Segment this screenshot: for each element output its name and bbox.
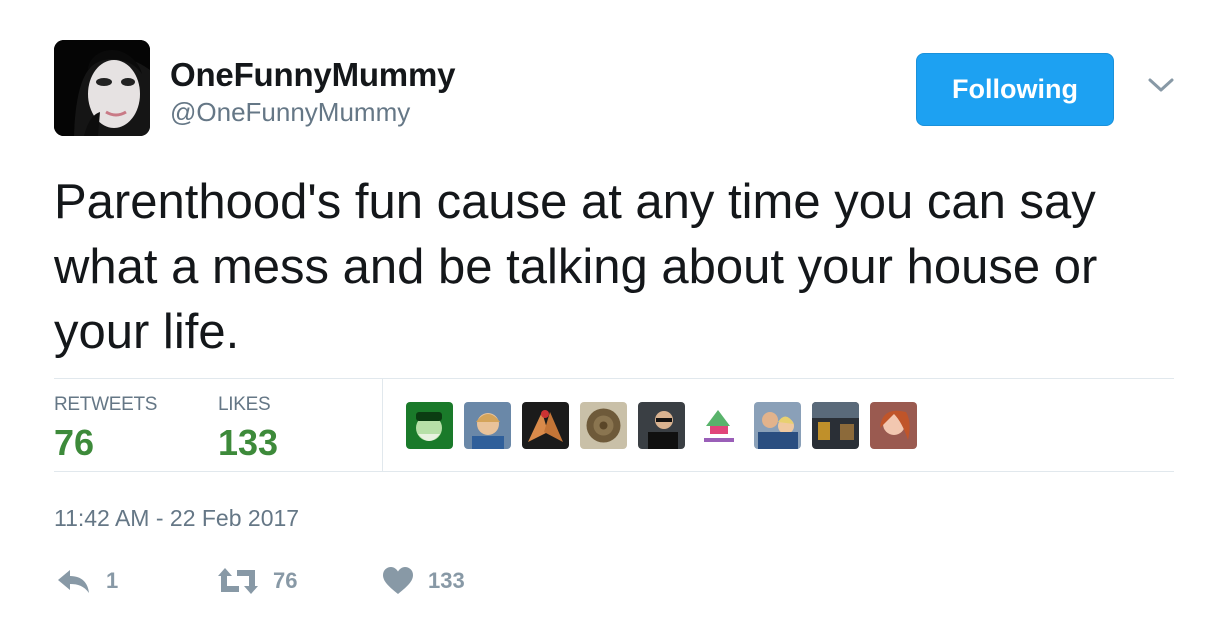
chevron-down-icon[interactable] bbox=[1146, 74, 1176, 98]
user-handle[interactable]: @OneFunnyMummy bbox=[170, 97, 410, 128]
like-button[interactable]: 133 bbox=[382, 566, 465, 596]
liker-avatar[interactable] bbox=[696, 402, 743, 449]
stats-divider-bottom bbox=[54, 471, 1174, 472]
liker-avatar[interactable] bbox=[870, 402, 917, 449]
liker-avatar[interactable] bbox=[580, 402, 627, 449]
retweets-stat[interactable]: RETWEETS 76 bbox=[54, 394, 157, 464]
retweet-count: 76 bbox=[273, 568, 298, 593]
liker-avatar[interactable] bbox=[812, 402, 859, 449]
stats-divider-top bbox=[54, 378, 1174, 379]
liker-avatar[interactable] bbox=[406, 402, 453, 449]
retweets-count[interactable]: 76 bbox=[54, 422, 157, 464]
likes-stat[interactable]: LIKES 133 bbox=[218, 394, 278, 464]
stats-divider-vertical bbox=[382, 378, 383, 471]
likes-label: LIKES bbox=[218, 394, 271, 415]
liker-avatar[interactable] bbox=[754, 402, 801, 449]
following-button[interactable]: Following bbox=[916, 53, 1114, 126]
display-name[interactable]: OneFunnyMummy bbox=[170, 56, 455, 94]
liker-avatars bbox=[406, 402, 917, 449]
liker-avatar[interactable] bbox=[464, 402, 511, 449]
liker-avatar[interactable] bbox=[522, 402, 569, 449]
retweet-button[interactable]: 76 bbox=[217, 566, 297, 596]
heart-icon bbox=[383, 567, 413, 594]
tweet-text: Parenthood's fun cause at any time you c… bbox=[54, 175, 1098, 359]
profile-avatar[interactable] bbox=[54, 40, 150, 136]
retweets-label: RETWEETS bbox=[54, 394, 158, 415]
like-count: 133 bbox=[428, 568, 465, 593]
reply-icon bbox=[58, 570, 89, 593]
reply-button[interactable]: 1 bbox=[56, 566, 118, 596]
retweet-icon bbox=[218, 568, 258, 594]
tweet-timestamp[interactable]: 11:42 AM - 22 Feb 2017 bbox=[54, 505, 299, 532]
reply-count: 1 bbox=[106, 568, 119, 593]
likes-count[interactable]: 133 bbox=[218, 422, 278, 464]
liker-avatar[interactable] bbox=[638, 402, 685, 449]
